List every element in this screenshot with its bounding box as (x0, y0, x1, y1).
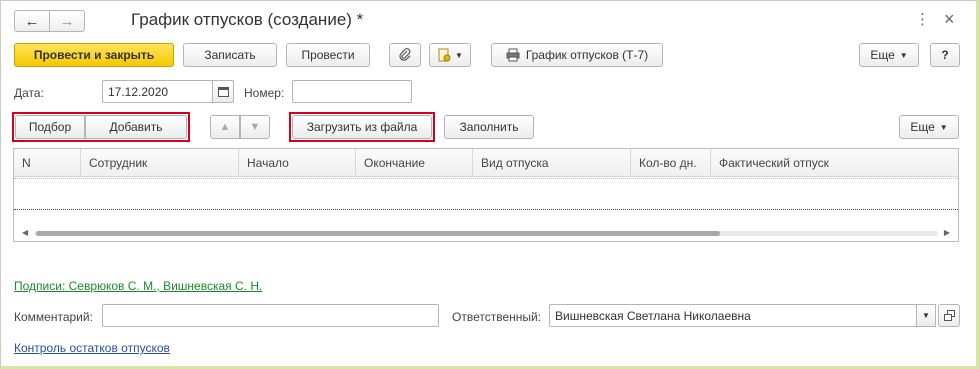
post-and-close-button[interactable]: Провести и закрыть (14, 43, 174, 67)
paperclip-icon (399, 48, 411, 61)
highlight-box (12, 112, 190, 142)
close-icon[interactable]: × (944, 9, 955, 30)
move-down-button[interactable]: ▼ (240, 115, 270, 139)
calendar-icon (217, 87, 229, 97)
back-button[interactable]: ← (14, 10, 50, 32)
highlight-box (289, 112, 435, 142)
help-button[interactable]: ? (930, 43, 960, 67)
responsible-label: Ответственный: (452, 310, 542, 324)
move-up-button[interactable]: ▲ (210, 115, 240, 139)
date-field[interactable]: 17.12.2020 (102, 80, 213, 103)
date-label: Дата: (14, 86, 44, 100)
horizontal-scrollbar[interactable]: ◀ ▶ (22, 228, 950, 237)
print-report-label: График отпусков (Т-7) (525, 48, 649, 62)
dropdown-arrow-icon: ▼ (922, 311, 930, 320)
responsible-field[interactable]: Вишневская Светлана Николаевна (549, 304, 917, 327)
document-create-icon (438, 48, 451, 62)
more-options-icon[interactable]: ⋮ (915, 10, 930, 28)
column-header-end[interactable]: Окончание (356, 149, 473, 177)
vacation-table[interactable]: N Сотрудник Начало Окончание Вид отпуска… (13, 148, 959, 242)
fill-button[interactable]: Заполнить (444, 115, 534, 139)
responsible-dropdown-button[interactable]: ▼ (916, 304, 936, 327)
save-button[interactable]: Записать (183, 43, 277, 67)
open-window-icon (943, 310, 955, 321)
table-row[interactable] (14, 178, 958, 210)
number-label: Номер: (244, 86, 285, 100)
column-header-employee[interactable]: Сотрудник (81, 149, 239, 177)
print-report-button[interactable]: График отпусков (Т-7) (491, 43, 663, 67)
column-header-vacation-type[interactable]: Вид отпуска (473, 149, 631, 177)
column-header-n[interactable]: N (14, 149, 81, 177)
dropdown-arrow-icon: ▼ (455, 50, 463, 60)
comment-label: Комментарий: (14, 310, 93, 324)
calendar-button[interactable] (212, 80, 234, 103)
post-button[interactable]: Провести (286, 43, 370, 67)
vacation-balance-link[interactable]: Контроль остатков отпусков (14, 341, 170, 355)
create-based-on-button[interactable]: ▼ (429, 43, 471, 67)
more-label: Еще (870, 48, 895, 62)
column-header-start[interactable]: Начало (239, 149, 356, 177)
open-responsible-button[interactable] (938, 304, 960, 327)
scrollbar-thumb[interactable] (36, 231, 720, 236)
dropdown-arrow-icon: ▼ (899, 50, 908, 60)
table-header: N Сотрудник Начало Окончание Вид отпуска… (14, 149, 958, 177)
comment-field[interactable] (102, 304, 439, 327)
table-more-label: Еще (910, 120, 935, 134)
signatures-link[interactable]: Подписи: Севрюков С. М., Вишневская С. Н… (14, 279, 262, 293)
scroll-left-icon[interactable]: ◀ (22, 228, 28, 237)
arrow-up-icon: ▲ (219, 121, 231, 133)
printer-icon (506, 48, 520, 62)
number-field[interactable] (292, 80, 412, 103)
scroll-right-icon[interactable]: ▶ (944, 228, 950, 237)
arrow-left-icon: ← (24, 12, 40, 30)
table-more-button[interactable]: Еще ▼ (899, 115, 959, 139)
more-button[interactable]: Еще ▼ (859, 43, 919, 67)
arrow-down-icon: ▼ (249, 121, 261, 133)
attach-button[interactable] (389, 43, 421, 67)
dropdown-arrow-icon: ▼ (939, 122, 948, 132)
page-title: График отпусков (создание) * (131, 10, 364, 29)
column-header-days[interactable]: Кол-во дн. (631, 149, 711, 177)
column-header-actual-vacation[interactable]: Фактический отпуск (711, 149, 958, 177)
arrow-right-icon: → (59, 12, 75, 30)
forward-button[interactable]: → (49, 10, 85, 32)
